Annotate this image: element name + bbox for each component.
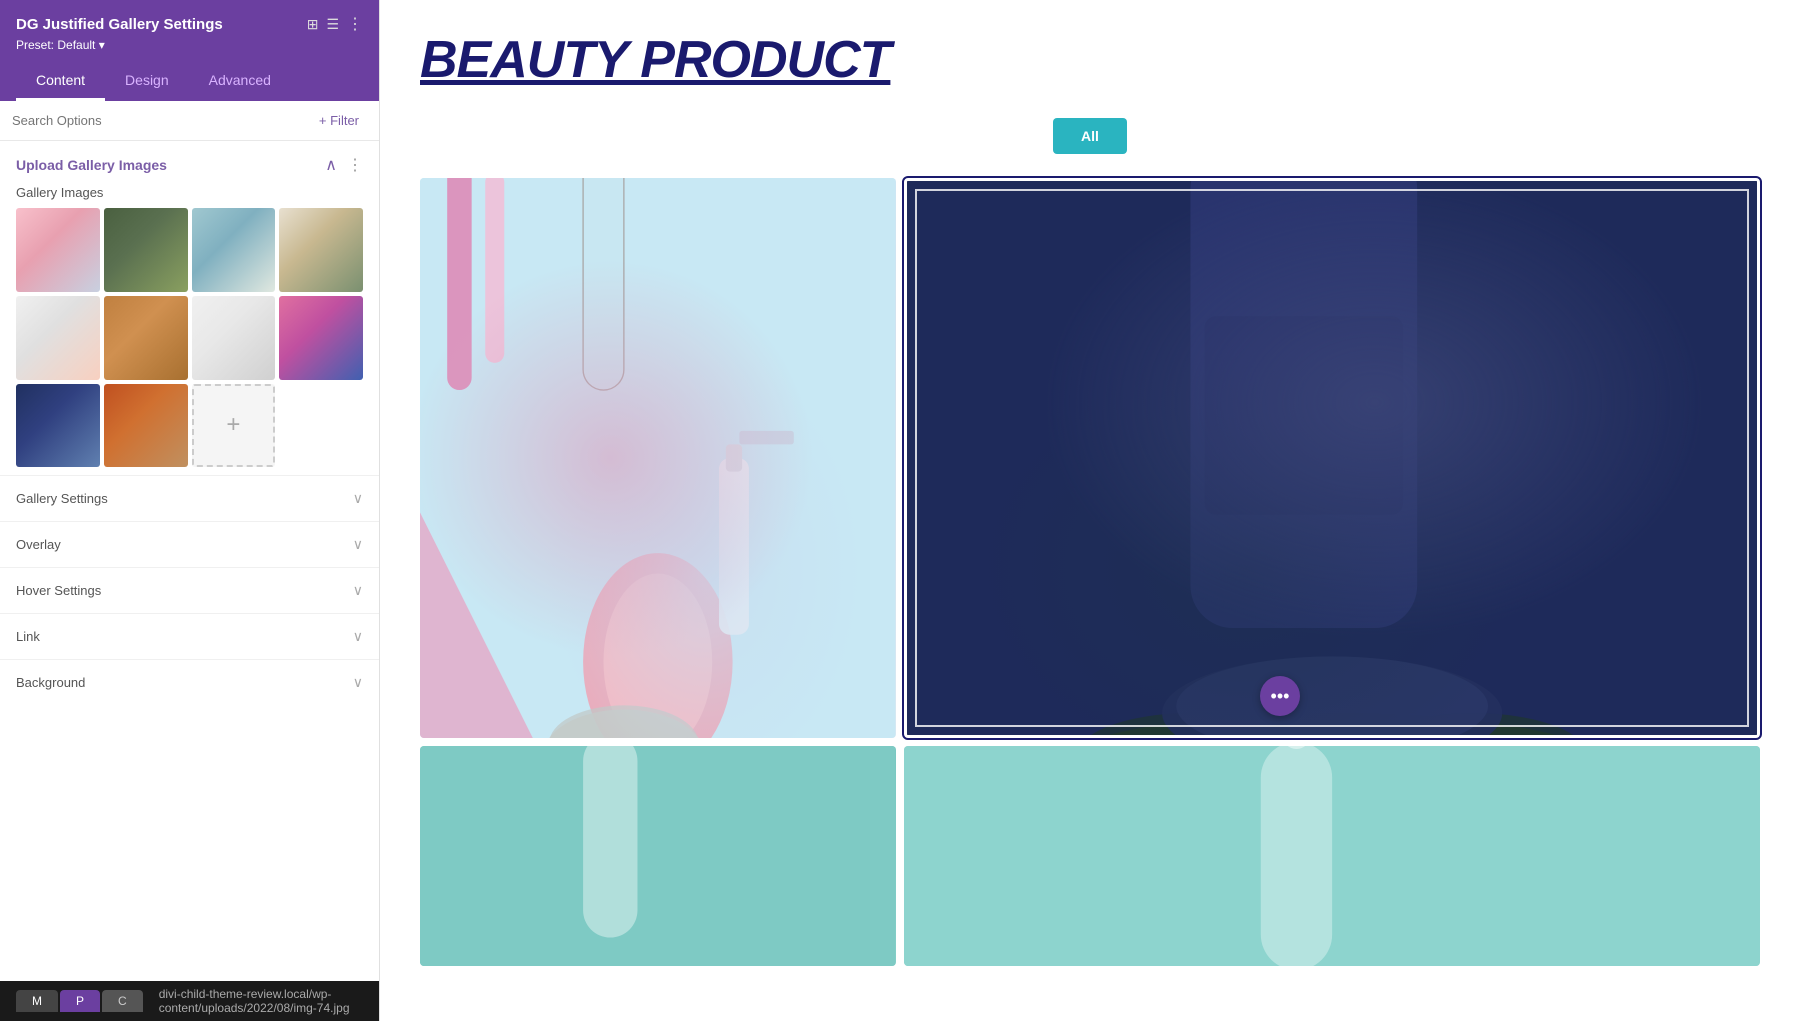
fab-dots-icon: ••• [1271, 686, 1290, 707]
fab-button[interactable]: ••• [1260, 676, 1300, 716]
bottom-tabs: M P C [16, 990, 143, 1012]
bottom-url: divi-child-theme-review.local/wp-content… [159, 987, 363, 1015]
more-icon[interactable]: ⋮ [347, 14, 363, 34]
bottom-tab-m[interactable]: M [16, 990, 58, 1012]
background-label: Background [16, 675, 85, 690]
background-chevron: ∨ [353, 674, 363, 691]
bottom-bar: M P C divi-child-theme-review.local/wp-c… [0, 981, 379, 1021]
search-input[interactable] [12, 113, 303, 128]
section-controls: ∧ ⋮ [325, 155, 363, 175]
hover-settings-header[interactable]: Hover Settings ∨ [0, 568, 379, 613]
gallery-item-sm2[interactable] [904, 746, 1760, 966]
sidebar-title-icons: ⊞ ☰ ⋮ [307, 14, 363, 34]
tab-design[interactable]: Design [105, 62, 189, 101]
bottom-tab-c[interactable]: C [102, 990, 143, 1012]
thumb-1[interactable] [16, 208, 100, 292]
columns-icon[interactable]: ☰ [326, 16, 339, 33]
section-menu-icon[interactable]: ⋮ [347, 155, 363, 175]
hover-settings-label: Hover Settings [16, 583, 101, 598]
thumb-5[interactable] [16, 296, 100, 380]
sidebar-content: Upload Gallery Images ∧ ⋮ Gallery Images [0, 141, 379, 981]
preset-label[interactable]: Preset: Default ▾ [16, 38, 363, 52]
add-image-button[interactable]: + [192, 384, 276, 468]
sidebar-title-row: DG Justified Gallery Settings ⊞ ☰ ⋮ [16, 14, 363, 34]
thumb-3[interactable] [192, 208, 276, 292]
thumb-6[interactable] [104, 296, 188, 380]
overlay-section: Overlay ∨ [0, 521, 379, 567]
link-chevron: ∨ [353, 628, 363, 645]
sidebar: DG Justified Gallery Settings ⊞ ☰ ⋮ Pres… [0, 0, 380, 1021]
gallery-item-selected[interactable] [904, 178, 1760, 738]
grid-icon[interactable]: ⊞ [307, 16, 319, 33]
background-section: Background ∨ [0, 659, 379, 705]
gallery-item-large[interactable] [420, 178, 896, 738]
sidebar-header: DG Justified Gallery Settings ⊞ ☰ ⋮ Pres… [0, 0, 379, 101]
gallery-page: BEAUTY PRODUCT All [380, 0, 1800, 1021]
thumb-7[interactable] [192, 296, 276, 380]
tab-advanced[interactable]: Advanced [189, 62, 291, 101]
thumb-4[interactable] [279, 208, 363, 292]
bottom-tab-p[interactable]: P [60, 990, 100, 1012]
thumb-9[interactable] [16, 384, 100, 468]
upload-gallery-title: Upload Gallery Images [16, 157, 167, 173]
link-header[interactable]: Link ∨ [0, 614, 379, 659]
thumb-10[interactable] [104, 384, 188, 468]
gallery-item-sm1[interactable] [420, 746, 896, 966]
sidebar-tabs: Content Design Advanced [16, 62, 363, 101]
thumb-8[interactable] [279, 296, 363, 380]
gallery-settings-section: Gallery Settings ∨ [0, 475, 379, 521]
filter-row: All [420, 118, 1760, 154]
collapse-icon[interactable]: ∧ [325, 155, 337, 175]
overlay-chevron: ∨ [353, 536, 363, 553]
image-grid: + [0, 208, 379, 475]
gallery-settings-label: Gallery Settings [16, 491, 108, 506]
gallery-grid [420, 178, 1760, 966]
gallery-settings-chevron: ∨ [353, 490, 363, 507]
link-section: Link ∨ [0, 613, 379, 659]
filter-button[interactable]: + Filter [311, 109, 367, 132]
gallery-images-label: Gallery Images [0, 181, 379, 208]
sidebar-search-row: + Filter [0, 101, 379, 141]
overlay-header[interactable]: Overlay ∨ [0, 522, 379, 567]
tab-content[interactable]: Content [16, 62, 105, 101]
main-layout: DG Justified Gallery Settings ⊞ ☰ ⋮ Pres… [0, 0, 1800, 1021]
gallery-settings-header[interactable]: Gallery Settings ∨ [0, 476, 379, 521]
thumb-2[interactable] [104, 208, 188, 292]
selection-border [915, 189, 1749, 727]
background-header[interactable]: Background ∨ [0, 660, 379, 705]
main-content: BEAUTY PRODUCT All [380, 0, 1800, 1021]
hover-settings-chevron: ∨ [353, 582, 363, 599]
hover-settings-section: Hover Settings ∨ [0, 567, 379, 613]
page-title: BEAUTY PRODUCT [420, 30, 1760, 90]
link-label: Link [16, 629, 40, 644]
upload-gallery-section-header: Upload Gallery Images ∧ ⋮ [0, 141, 379, 181]
overlay-label: Overlay [16, 537, 61, 552]
filter-all-button[interactable]: All [1053, 118, 1127, 154]
sidebar-title: DG Justified Gallery Settings [16, 16, 297, 33]
